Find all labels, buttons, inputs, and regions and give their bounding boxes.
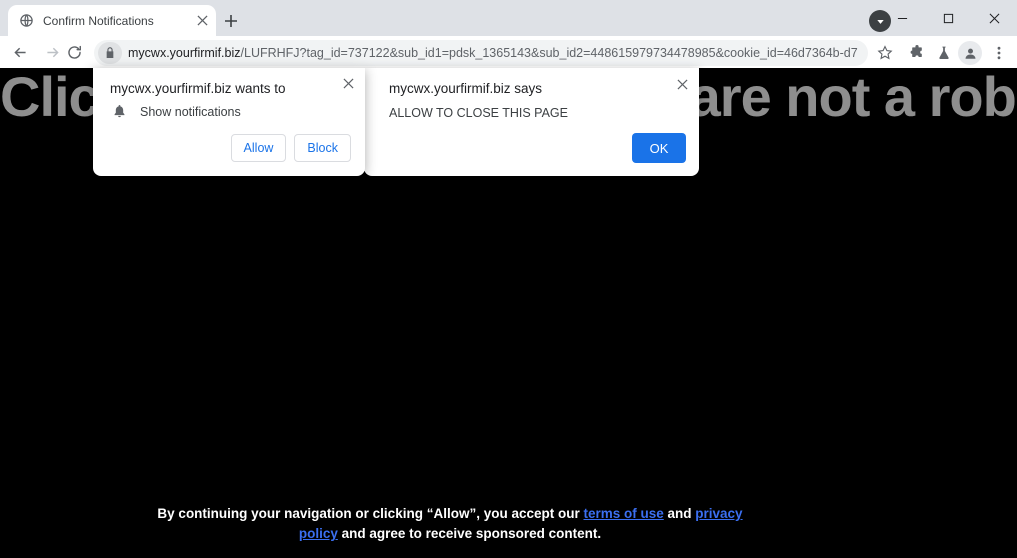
title-bar: Confirm Notifications [0, 0, 1017, 36]
forward-button [40, 40, 64, 64]
minimize-button[interactable] [879, 0, 925, 36]
permission-actions: Allow Block [230, 134, 351, 162]
alert-title: mycwx.yourfirmif.biz says [389, 81, 543, 96]
tab-title: Confirm Notifications [43, 13, 154, 28]
terms-of-use-link[interactable]: terms of use [583, 506, 663, 521]
consent-text-part2: and [663, 506, 696, 521]
consent-text-part1: By continuing your navigation or clickin… [157, 506, 584, 521]
lock-icon[interactable] [98, 42, 122, 64]
close-button[interactable] [971, 0, 1017, 36]
globe-icon [18, 13, 34, 29]
back-button[interactable] [8, 40, 32, 64]
address-bar[interactable]: mycwx.yourfirmif.biz/LUFRHFJ?tag_id=7371… [94, 40, 868, 66]
url-path: /LUFRHFJ?tag_id=737122&sub_id1=pdsk_1365… [240, 46, 858, 60]
experiments-flask-icon[interactable] [932, 41, 956, 65]
permission-label: Show notifications [140, 105, 241, 119]
permission-close-icon[interactable] [340, 75, 356, 91]
bookmark-star-icon[interactable] [873, 41, 897, 65]
chrome-menu-icon[interactable] [987, 41, 1011, 65]
reload-button[interactable] [62, 40, 86, 64]
consent-banner-text: By continuing your navigation or clickin… [150, 504, 750, 544]
browser-tab[interactable]: Confirm Notifications [8, 5, 216, 36]
permission-row: Show notifications [110, 105, 241, 119]
allow-button[interactable]: Allow [230, 134, 287, 162]
tab-close-icon[interactable] [194, 13, 210, 29]
extensions-icon[interactable] [905, 41, 929, 65]
consent-text-part3: and agree to receive sponsored content. [337, 526, 602, 541]
browser-window: Confirm Notifications mycwx.yourfirmif.b… [0, 0, 1017, 558]
bell-icon [110, 105, 128, 119]
window-controls [879, 0, 1017, 36]
maximize-button[interactable] [925, 0, 971, 36]
browser-toolbar: mycwx.yourfirmif.biz/LUFRHFJ?tag_id=7371… [0, 36, 1017, 68]
alert-ok-button[interactable]: OK [632, 133, 686, 163]
alert-close-icon[interactable] [674, 76, 690, 92]
new-tab-button[interactable] [220, 10, 242, 32]
block-button[interactable]: Block [294, 134, 351, 162]
profile-avatar-icon[interactable] [958, 41, 982, 65]
url-host: mycwx.yourfirmif.biz [128, 46, 241, 60]
notification-permission-dialog: mycwx.yourfirmif.biz wants to Show notif… [93, 68, 365, 176]
javascript-alert-dialog: mycwx.yourfirmif.biz says ALLOW TO CLOSE… [364, 68, 699, 176]
alert-message: ALLOW TO CLOSE THIS PAGE [389, 106, 568, 120]
consent-banner: By continuing your navigation or clickin… [0, 496, 1017, 558]
permission-title: mycwx.yourfirmif.biz wants to [110, 81, 286, 96]
url-text: mycwx.yourfirmif.biz/LUFRHFJ?tag_id=7371… [128, 46, 858, 60]
